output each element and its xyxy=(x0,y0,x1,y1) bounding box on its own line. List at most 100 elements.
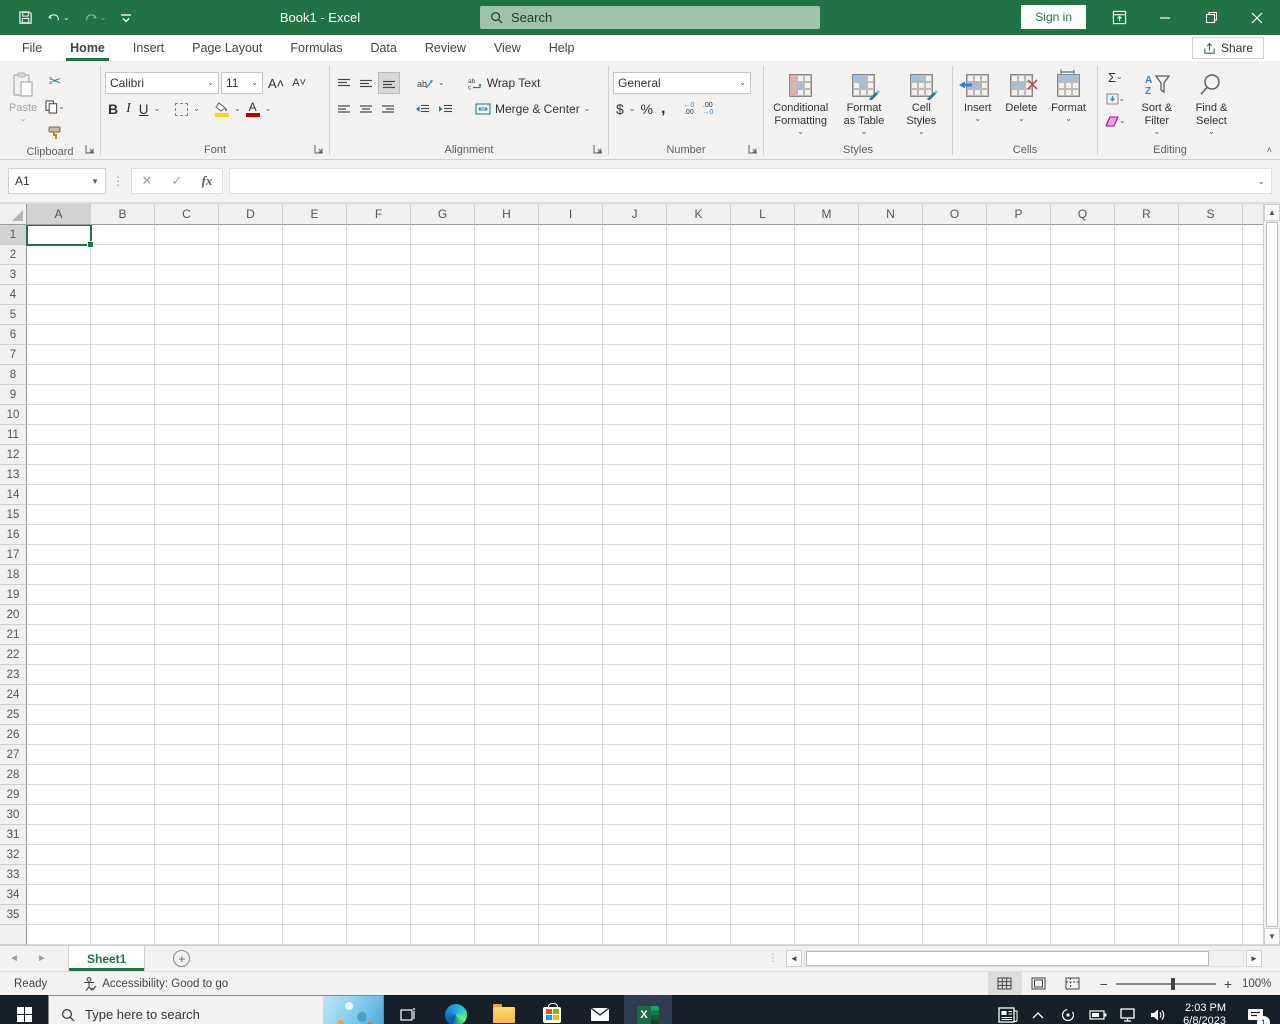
ribbon-display-options-icon[interactable] xyxy=(1096,0,1142,35)
new-sheet-button[interactable]: + xyxy=(173,950,191,967)
row-header-4[interactable]: 4 xyxy=(0,285,27,305)
column-header-e[interactable]: E xyxy=(283,204,347,225)
delete-cells-button[interactable]: Delete ⌄ xyxy=(1000,66,1042,127)
row-header-25[interactable]: 25 xyxy=(0,705,27,725)
comma-style-button[interactable]: , xyxy=(658,98,668,120)
zoom-in-icon[interactable]: + xyxy=(1224,976,1232,992)
ribbon-tab-file[interactable]: File xyxy=(8,36,56,61)
row-header-11[interactable]: 11 xyxy=(0,425,27,445)
horizontal-scroll-thumb[interactable] xyxy=(806,951,1209,966)
orientation-button[interactable]: ab xyxy=(414,72,436,94)
font-color-dropdown-icon[interactable]: ⌄ xyxy=(265,105,272,113)
increase-indent-button[interactable] xyxy=(435,98,456,120)
font-name-select[interactable]: Calibri ⌄ xyxy=(105,72,219,94)
row-header-20[interactable]: 20 xyxy=(0,605,27,625)
column-header-m[interactable]: M xyxy=(795,204,859,225)
redo-button[interactable]: ⌄ xyxy=(80,8,111,27)
decrease-font-size-button[interactable]: A˅ xyxy=(289,72,309,94)
align-center-button[interactable] xyxy=(356,98,376,120)
taskbar-search-box[interactable]: Type here to search xyxy=(48,995,384,1024)
percent-style-button[interactable]: % xyxy=(638,98,656,120)
name-box[interactable]: A1 ▼ xyxy=(8,168,106,194)
clipboard-dialog-launcher-icon[interactable] xyxy=(85,144,97,156)
column-header-b[interactable]: B xyxy=(91,204,155,225)
cut-icon[interactable]: ✂ xyxy=(42,70,68,92)
column-header-j[interactable]: J xyxy=(603,204,667,225)
search-highlights-image[interactable] xyxy=(323,996,383,1024)
borders-button[interactable] xyxy=(172,98,191,120)
row-header-2[interactable]: 2 xyxy=(0,245,27,265)
align-left-button[interactable] xyxy=(334,98,354,120)
alignment-dialog-launcher-icon[interactable] xyxy=(593,144,605,156)
page-layout-view-button[interactable] xyxy=(1022,972,1056,995)
redo-dropdown-icon[interactable]: ⌄ xyxy=(100,13,107,22)
orientation-dropdown-icon[interactable]: ⌄ xyxy=(438,79,445,87)
fill-color-button[interactable] xyxy=(212,98,232,120)
paste-dropdown-icon[interactable]: ⌄ xyxy=(20,115,27,123)
font-color-button[interactable]: A xyxy=(243,98,263,120)
restore-button[interactable] xyxy=(1188,0,1234,35)
row-header-19[interactable]: 19 xyxy=(0,585,27,605)
page-break-preview-button[interactable] xyxy=(1056,972,1090,995)
merge-center-dropdown-icon[interactable]: ⌄ xyxy=(584,105,591,113)
sign-in-button[interactable]: Sign in xyxy=(1021,5,1086,29)
microsoft-store-taskbar-icon[interactable] xyxy=(528,995,576,1024)
row-header-partial[interactable] xyxy=(0,925,27,945)
column-header-partial[interactable] xyxy=(1243,204,1263,225)
scroll-left-icon[interactable]: ◄ xyxy=(786,950,802,967)
column-header-d[interactable]: D xyxy=(219,204,283,225)
network-icon[interactable] xyxy=(1115,1007,1141,1022)
column-header-k[interactable]: K xyxy=(667,204,731,225)
column-header-c[interactable]: C xyxy=(155,204,219,225)
increase-decimal-button[interactable]: ←0.00 xyxy=(680,98,697,120)
edge-taskbar-icon[interactable] xyxy=(432,995,480,1024)
row-header-33[interactable]: 33 xyxy=(0,865,27,885)
normal-view-button[interactable] xyxy=(987,972,1022,995)
ribbon-tab-home[interactable]: Home xyxy=(56,36,119,61)
excel-taskbar-icon[interactable]: X xyxy=(624,995,672,1024)
row-header-21[interactable]: 21 xyxy=(0,625,27,645)
column-header-a[interactable]: A xyxy=(27,204,91,225)
scroll-right-icon[interactable]: ► xyxy=(1246,950,1262,967)
cell-grid[interactable] xyxy=(26,225,1263,945)
vertical-scroll-thumb[interactable] xyxy=(1266,222,1278,927)
start-button[interactable] xyxy=(0,995,48,1024)
row-header-28[interactable]: 28 xyxy=(0,765,27,785)
find-select-button[interactable]: Find & Select ⌄ xyxy=(1185,66,1238,140)
tray-update-icon[interactable] xyxy=(1055,1007,1081,1023)
row-header-35[interactable]: 35 xyxy=(0,905,27,925)
sheet-nav-right-icon[interactable]: ► xyxy=(28,953,56,964)
column-header-n[interactable]: N xyxy=(859,204,923,225)
font-dialog-launcher-icon[interactable] xyxy=(314,144,326,156)
enter-icon[interactable]: ✓ xyxy=(162,173,192,189)
column-header-o[interactable]: O xyxy=(923,204,987,225)
paste-button[interactable]: Paste ⌄ xyxy=(4,66,42,127)
row-header-24[interactable]: 24 xyxy=(0,685,27,705)
conditional-formatting-button[interactable]: Conditional Formatting ⌄ xyxy=(770,66,832,140)
underline-button[interactable]: U xyxy=(136,98,152,120)
selected-cell-a1[interactable] xyxy=(26,225,94,248)
top-align-button[interactable] xyxy=(334,72,354,94)
zoom-out-icon[interactable]: − xyxy=(1100,976,1108,992)
zoom-slider-handle[interactable] xyxy=(1170,977,1175,990)
number-dialog-launcher-icon[interactable] xyxy=(748,144,760,156)
row-header-31[interactable]: 31 xyxy=(0,825,27,845)
collapse-ribbon-icon[interactable]: ˄ xyxy=(1267,145,1272,155)
taskbar-clock[interactable]: 2:03 PM 6/8/2023 xyxy=(1175,1002,1234,1024)
row-header-8[interactable]: 8 xyxy=(0,365,27,385)
row-header-16[interactable]: 16 xyxy=(0,525,27,545)
align-right-button[interactable] xyxy=(378,98,398,120)
number-format-select[interactable]: General ⌄ xyxy=(613,72,751,94)
row-header-18[interactable]: 18 xyxy=(0,565,27,585)
column-header-q[interactable]: Q xyxy=(1051,204,1115,225)
vertical-scrollbar[interactable]: ▲ ▼ xyxy=(1263,204,1280,945)
row-header-5[interactable]: 5 xyxy=(0,305,27,325)
share-button[interactable]: Share xyxy=(1191,37,1264,59)
row-header-22[interactable]: 22 xyxy=(0,645,27,665)
fill-color-dropdown-icon[interactable]: ⌄ xyxy=(234,105,241,113)
column-header-r[interactable]: R xyxy=(1115,204,1179,225)
row-header-14[interactable]: 14 xyxy=(0,485,27,505)
row-header-9[interactable]: 9 xyxy=(0,385,27,405)
column-header-p[interactable]: P xyxy=(987,204,1051,225)
ribbon-tab-review[interactable]: Review xyxy=(411,36,480,61)
